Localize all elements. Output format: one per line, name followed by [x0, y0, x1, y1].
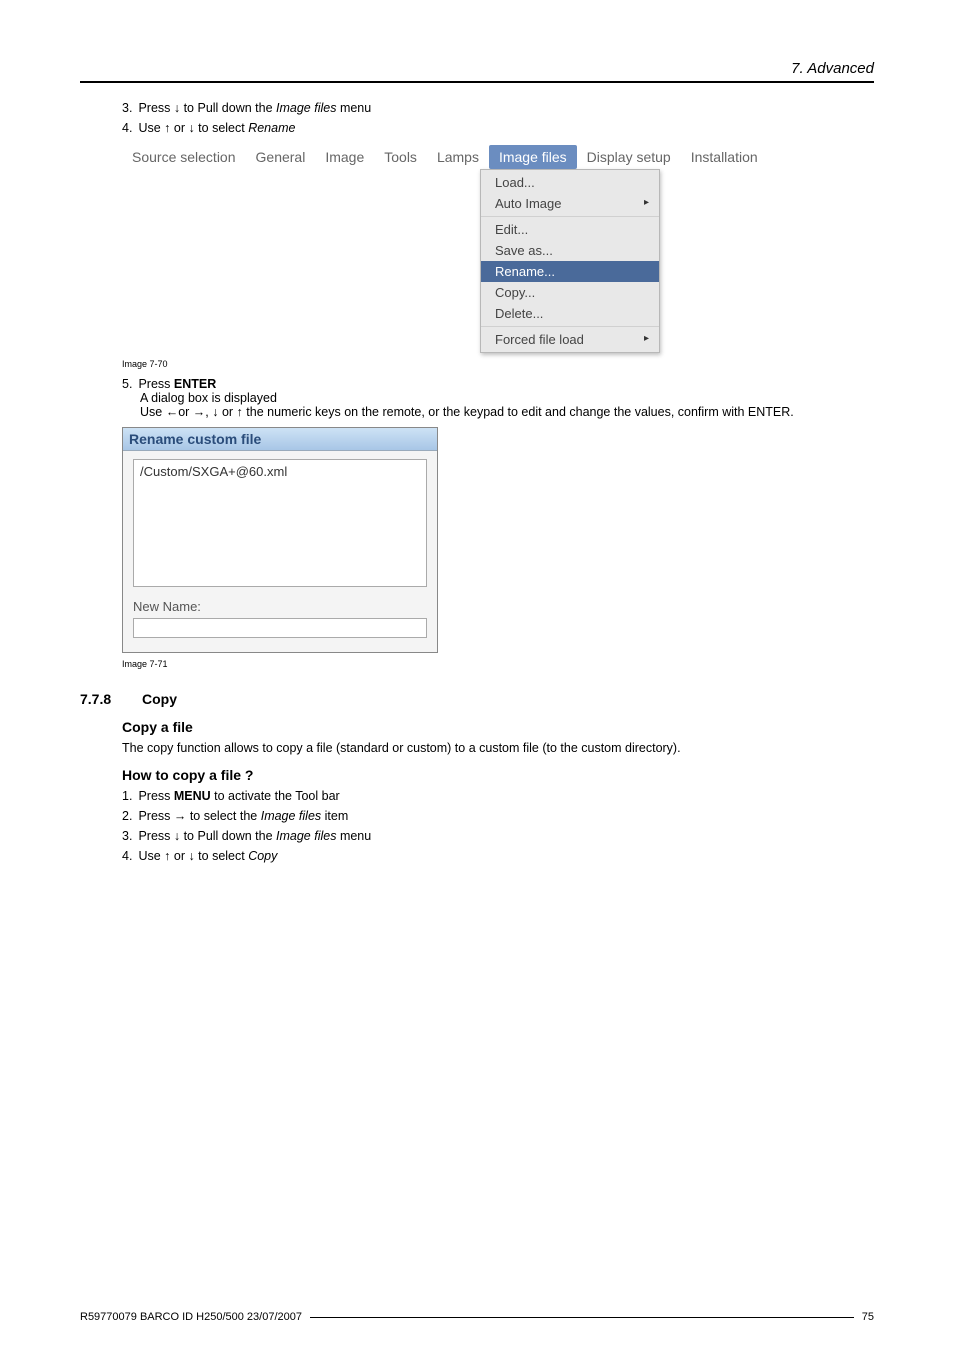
subheading-copy-a-file: Copy a file: [122, 719, 874, 735]
tab-general[interactable]: General: [246, 145, 316, 169]
chapter-header: 7. Advanced: [80, 60, 874, 83]
dialog-title: Rename custom file: [123, 428, 437, 451]
section-number: 7.7.8: [80, 691, 142, 707]
copy-step-3: 3.Press ↓ to Pull down the Image files m…: [122, 829, 874, 843]
new-name-label: New Name:: [133, 599, 427, 614]
menu-bar: Source selection General Image Tools Lam…: [122, 145, 874, 169]
copy-step-1: 1.Press MENU to activate the Tool bar: [122, 789, 874, 803]
image-caption-1: Image 7-70: [122, 359, 874, 369]
submenu-arrow-icon: ▸: [644, 197, 649, 208]
section-body: Copy a file The copy function allows to …: [122, 719, 874, 863]
copy-step-2: 2.Press → to select the Image files item: [122, 809, 874, 823]
dropdown-menu: Load... Auto Image▸ Edit... Save as... R…: [480, 169, 660, 353]
page-footer: R59770079 BARCO ID H250/500 23/07/2007 7…: [80, 1311, 874, 1323]
dialog-body: /Custom/SXGA+@60.xml New Name:: [123, 451, 437, 652]
tab-installation[interactable]: Installation: [681, 145, 768, 169]
tab-display-setup[interactable]: Display setup: [577, 145, 681, 169]
menu-edit[interactable]: Edit...: [481, 219, 659, 240]
submenu-arrow-icon: ▸: [644, 333, 649, 344]
tab-source-selection[interactable]: Source selection: [122, 145, 246, 169]
tab-image[interactable]: Image: [315, 145, 374, 169]
image-caption-2: Image 7-71: [122, 659, 874, 669]
step-4: 4.Use ↑ or ↓ to select Rename: [122, 121, 874, 135]
page-number: 75: [862, 1311, 874, 1323]
menu-copy[interactable]: Copy...: [481, 282, 659, 303]
menu-rename[interactable]: Rename...: [481, 261, 659, 282]
dropdown-group-2: Edit... Save as... Rename... Copy... Del…: [481, 216, 659, 326]
section-title: Copy: [142, 691, 177, 707]
menu-auto-image[interactable]: Auto Image▸: [481, 193, 659, 214]
tab-image-files[interactable]: Image files: [489, 145, 577, 169]
menu-save-as[interactable]: Save as...: [481, 240, 659, 261]
steps-bottom: 1.Press MENU to activate the Tool bar 2.…: [122, 789, 874, 863]
step-5-subtext-1: A dialog box is displayed: [140, 391, 874, 405]
footer-rule: [310, 1317, 854, 1318]
rename-dialog: Rename custom file /Custom/SXGA+@60.xml …: [122, 427, 438, 653]
tab-lamps[interactable]: Lamps: [427, 145, 489, 169]
dropdown-group-3: Forced file load▸: [481, 326, 659, 352]
menu-load[interactable]: Load...: [481, 172, 659, 193]
step-3: 3.Press ↓ to Pull down the Image files m…: [122, 101, 874, 115]
step-5: 5.Press ENTER A dialog box is displayed …: [122, 377, 874, 419]
step-5-block: 5.Press ENTER A dialog box is displayed …: [122, 377, 874, 419]
steps-top: 3.Press ↓ to Pull down the Image files m…: [122, 101, 874, 135]
menu-delete[interactable]: Delete...: [481, 303, 659, 324]
new-name-input[interactable]: [138, 619, 422, 637]
tab-tools[interactable]: Tools: [374, 145, 427, 169]
footer-doc-id: R59770079 BARCO ID H250/500 23/07/2007: [80, 1311, 302, 1323]
subheading-how-to-copy: How to copy a file ?: [122, 767, 874, 783]
content-body: 3.Press ↓ to Pull down the Image files m…: [122, 101, 874, 669]
step-5-subtext-2: Use ←or →, ↓ or ↑ the numeric keys on th…: [140, 405, 874, 419]
dropdown-group-1: Load... Auto Image▸: [481, 170, 659, 216]
copy-description: The copy function allows to copy a file …: [122, 741, 874, 755]
file-listbox[interactable]: /Custom/SXGA+@60.xml: [133, 459, 427, 587]
section-heading-row: 7.7.8 Copy: [80, 691, 874, 707]
menu-forced-file-load[interactable]: Forced file load▸: [481, 329, 659, 350]
file-item[interactable]: /Custom/SXGA+@60.xml: [140, 464, 420, 479]
copy-step-4: 4.Use ↑ or ↓ to select Copy: [122, 849, 874, 863]
new-name-input-wrap: [133, 618, 427, 638]
